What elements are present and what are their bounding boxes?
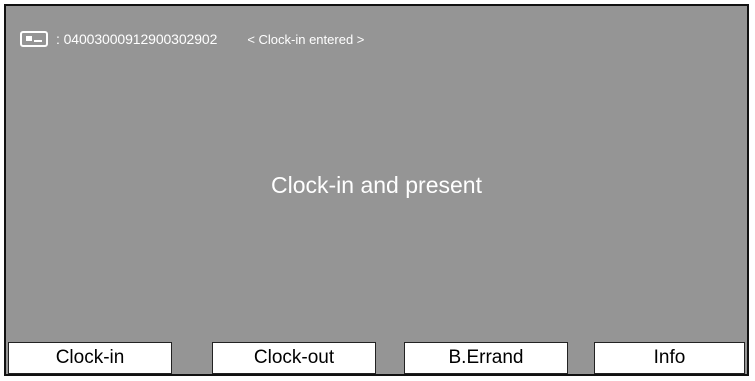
terminal-screen: : 04003000912900302902 < Clock-in entere… [4,4,749,376]
status-text: < Clock-in entered > [247,31,365,47]
clock-out-button[interactable]: Clock-out [212,342,376,374]
card-number: : 04003000912900302902 [56,31,218,47]
status-header: : 04003000912900302902 < Clock-in entere… [20,28,364,50]
card-photo-mark [26,36,32,41]
clock-in-button[interactable]: Clock-in [8,342,172,374]
button-bar: Clock-in Clock-out B.Errand Info [8,342,745,374]
card-line-mark [34,40,42,42]
info-button[interactable]: Info [594,342,745,374]
id-card-icon [20,31,48,47]
business-errand-button[interactable]: B.Errand [404,342,568,374]
main-message: Clock-in and present [271,172,482,198]
